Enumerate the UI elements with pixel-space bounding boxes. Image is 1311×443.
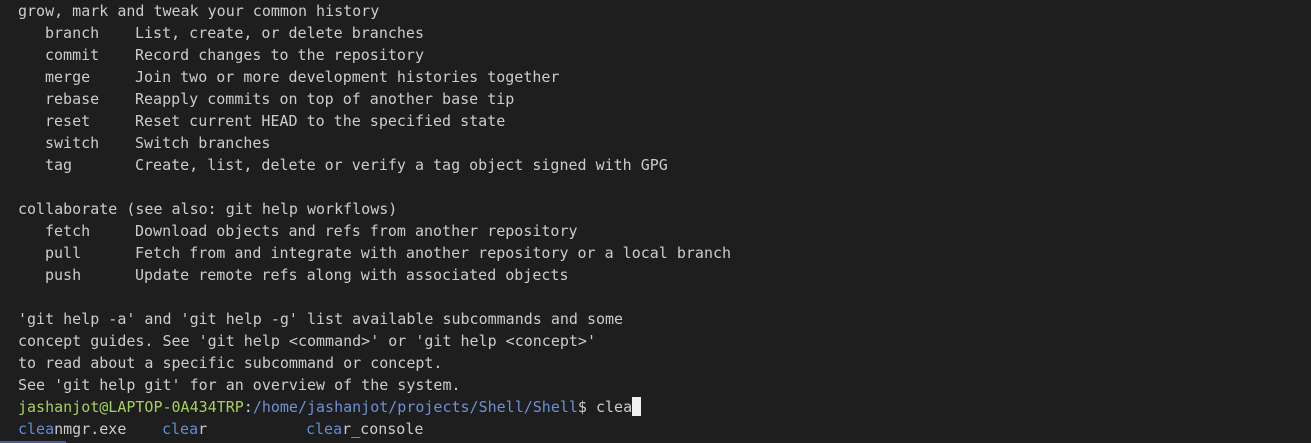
command-row-commit: commit Record changes to the repository — [18, 44, 424, 66]
command-description: Update remote refs along with associated… — [135, 266, 569, 284]
command-name: fetch — [45, 222, 91, 240]
completion-suggestions: cleanmgr.exe clear clear_console — [18, 418, 618, 440]
command-description: Create, list, delete or verify a tag obj… — [135, 156, 668, 174]
section-heading-collaborate: collaborate (see also: git help workflow… — [18, 200, 398, 218]
suggestion-clear-console[interactable]: clear_console — [306, 418, 423, 440]
command-row-branch: branch List, create, or delete branches — [18, 22, 424, 44]
help-text-line: See 'git help git' for an overview of th… — [18, 376, 461, 394]
command-row-switch: switch Switch branches — [18, 132, 270, 154]
command-name: reset — [45, 112, 91, 130]
command-name: branch — [45, 24, 100, 42]
command-row-merge: merge Join two or more development histo… — [18, 66, 559, 88]
command-row-push: push Update remote refs along with assoc… — [18, 264, 568, 286]
command-description: Download objects and refs from another r… — [135, 222, 578, 240]
command-row-rebase: rebase Reapply commits on top of another… — [18, 88, 514, 110]
prompt-line[interactable]: jashanjot@LAPTOP-0A434TRP:/home/jashanjo… — [18, 396, 642, 418]
prompt-separator: : — [243, 398, 253, 416]
command-row-pull: pull Fetch from and integrate with anoth… — [18, 242, 731, 264]
help-text-line: 'git help -a' and 'git help -g' list ava… — [18, 310, 624, 328]
terminal-window[interactable]: grow, mark and tweak your common history… — [0, 0, 1311, 443]
command-name: tag — [45, 156, 73, 174]
help-text-line: to read about a specific subcommand or c… — [18, 354, 443, 372]
command-input[interactable]: clea — [596, 398, 632, 416]
command-description: Fetch from and integrate with another re… — [135, 244, 732, 262]
command-row-reset: reset Reset current HEAD to the specifie… — [18, 110, 505, 132]
prompt-symbol: $ — [577, 398, 596, 416]
section-heading-grow: grow, mark and tweak your common history — [18, 2, 380, 20]
command-name: push — [45, 266, 82, 284]
command-row-tag: tag Create, list, delete or verify a tag… — [18, 154, 668, 176]
suggestion-cleanmgr[interactable]: cleanmgr.exe — [18, 418, 126, 440]
command-description: List, create, or delete branches — [135, 24, 424, 42]
prompt-user-host: jashanjot@LAPTOP-0A434TRP — [18, 398, 244, 416]
help-text-line: concept guides. See 'git help <command>'… — [18, 332, 596, 350]
command-description: Join two or more development histories t… — [135, 68, 560, 86]
text-cursor — [632, 397, 642, 416]
command-description: Reset current HEAD to the specified stat… — [135, 112, 506, 130]
command-description: Switch branches — [135, 134, 271, 152]
prompt-path: /home/jashanjot/projects/Shell/Shell — [252, 398, 578, 416]
command-description: Reapply commits on top of another base t… — [135, 90, 515, 108]
command-name: switch — [45, 134, 100, 152]
command-name: rebase — [45, 90, 100, 108]
suggestion-clear[interactable]: clear — [162, 418, 207, 440]
command-name: commit — [45, 46, 100, 64]
command-name: pull — [45, 244, 82, 262]
command-row-fetch: fetch Download objects and refs from ano… — [18, 220, 578, 242]
command-name: merge — [45, 68, 91, 86]
command-description: Record changes to the repository — [135, 46, 424, 64]
